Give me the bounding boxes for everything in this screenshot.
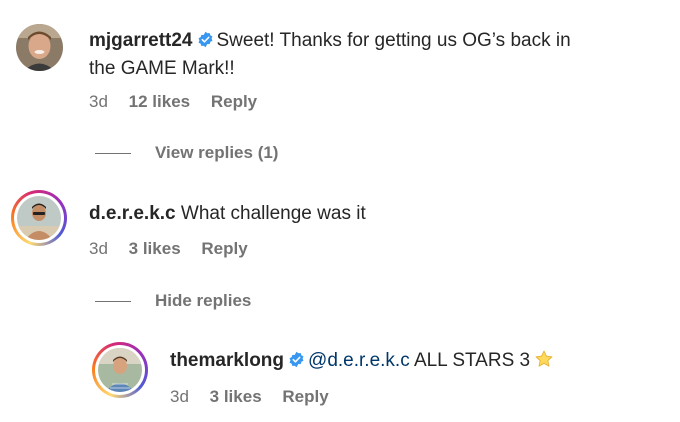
username[interactable]: d.e.r.e.k.c (89, 203, 176, 224)
comment-meta: 3d 3 likes Reply (89, 238, 264, 260)
reply-meta: 3d 3 likes Reply (170, 386, 345, 408)
verified-badge-icon (289, 351, 304, 368)
view-replies-label: View replies (1) (155, 143, 279, 162)
reply-button[interactable]: Reply (211, 92, 257, 111)
divider-line (95, 301, 131, 302)
comment-text-line: d.e.r.e.k.c What challenge was it (89, 200, 366, 227)
likes-count[interactable]: 12 likes (129, 92, 190, 111)
comment-body: the GAME Mark!! (89, 58, 235, 79)
reply-body: ALL STARS 3 (413, 350, 531, 371)
comment-text-line: the GAME Mark!! (89, 55, 235, 82)
likes-count[interactable]: 3 likes (210, 387, 262, 406)
avatar[interactable] (92, 342, 148, 398)
comment-text-line: mjgarrett24 Sweet! Thanks for getting us … (89, 27, 571, 54)
comment-meta: 3d 12 likes Reply (89, 91, 273, 113)
hide-replies-label: Hide replies (155, 291, 252, 310)
likes-count[interactable]: 3 likes (129, 239, 181, 258)
comment-body: Sweet! Thanks for getting us OG’s back i… (216, 30, 571, 51)
avatar[interactable] (11, 190, 67, 246)
comment-body: What challenge was it (180, 203, 366, 224)
reply-text-line: themarklong @d.e.r.e.k.c ALL STARS 3 (170, 347, 554, 374)
timestamp[interactable]: 3d (89, 239, 108, 258)
reply-button[interactable]: Reply (282, 387, 328, 406)
timestamp[interactable]: 3d (170, 387, 189, 406)
star-icon (535, 350, 553, 367)
avatar[interactable] (16, 24, 63, 71)
verified-badge-icon (198, 31, 212, 48)
username[interactable]: mjgarrett24 (89, 30, 193, 51)
reply-button[interactable]: Reply (201, 239, 247, 258)
timestamp[interactable]: 3d (89, 92, 108, 111)
hide-replies-button[interactable]: Hide replies (95, 290, 252, 312)
mention-link[interactable]: @d.e.r.e.k.c (308, 350, 410, 371)
username[interactable]: themarklong (170, 350, 284, 371)
divider-line (95, 153, 131, 154)
view-replies-button[interactable]: View replies (1) (95, 142, 279, 164)
